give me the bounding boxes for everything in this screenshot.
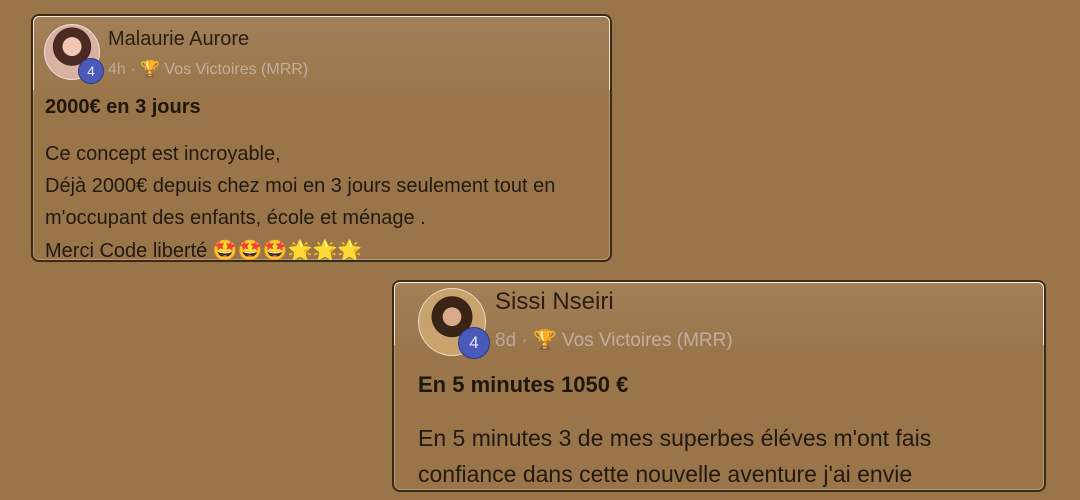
category-link[interactable]: Vos Victoires (MRR): [164, 61, 308, 78]
trophy-icon: 🏆: [140, 61, 160, 78]
post-meta: 4h · 🏆 Vos Victoires (MRR): [108, 59, 308, 79]
level-badge: 4: [78, 58, 104, 84]
post-card[interactable]: 4 Sissi Nseiri 8d · 🏆 Vos Victoires (MRR…: [392, 280, 1046, 492]
meta-separator: ·: [521, 330, 528, 351]
author-name[interactable]: Malaurie Aurore: [108, 28, 249, 51]
post-time: 8d: [495, 330, 517, 351]
post-body-line: Merci Code liberté 🤩🤩🤩🌟🌟🌟: [45, 234, 605, 262]
author-name[interactable]: Sissi Nseiri: [495, 288, 614, 316]
post-title: En 5 minutes 1050 €: [418, 372, 629, 397]
post-body-line: m'occupant des enfants, école et ménage …: [45, 207, 426, 229]
post-card[interactable]: 4 Malaurie Aurore 4h · 🏆 Vos Victoires (…: [31, 14, 612, 262]
post-body-line: En 5 minutes 3 de mes superbes éléves m'…: [418, 425, 932, 451]
post-body-line: confiance dans cette nouvelle aventure j…: [418, 461, 913, 487]
post-title: 2000€ en 3 jours: [45, 96, 201, 118]
level-badge: 4: [458, 327, 490, 359]
post-body-line: Ce concept est incroyable,: [45, 143, 281, 165]
trophy-icon: 🏆: [533, 330, 557, 351]
post-body-text: Merci Code liberté: [45, 240, 208, 262]
post-body-line: Déjà 2000€ depuis chez moi en 3 jours se…: [45, 175, 556, 197]
post-time: 4h: [108, 61, 126, 78]
post-body: En 5 minutes 3 de mes superbes éléves m'…: [418, 420, 1038, 490]
category-link[interactable]: Vos Victoires (MRR): [562, 330, 733, 351]
meta-separator: ·: [130, 61, 136, 78]
emoji-star-icon: 🤩🤩🤩🌟🌟🌟: [212, 238, 363, 262]
post-body: Ce concept est incroyable, Déjà 2000€ de…: [45, 138, 605, 262]
post-meta: 8d · 🏆 Vos Victoires (MRR): [495, 328, 733, 352]
